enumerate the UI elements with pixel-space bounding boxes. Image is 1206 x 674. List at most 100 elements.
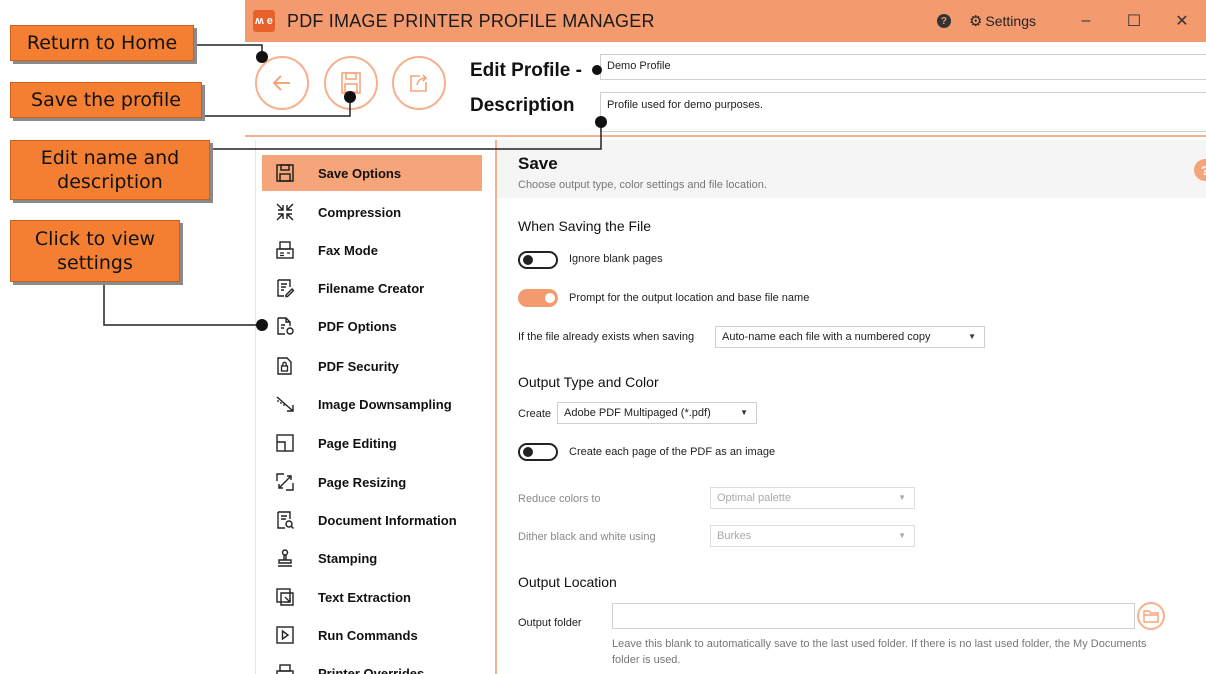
save-options-icon <box>272 160 298 186</box>
panel-subtitle: Choose output type, color settings and f… <box>518 179 767 191</box>
share-export-icon <box>410 74 428 92</box>
panel-header: Save Choose output type, color settings … <box>497 140 1206 198</box>
maximize-button[interactable]: ☐ <box>1110 11 1158 31</box>
panel-title: Save <box>518 154 558 173</box>
description-label: Description <box>470 95 575 116</box>
edit-profile-label: Edit Profile - <box>470 60 582 81</box>
sidebar-item-printer-overrides[interactable]: Printer Overrides <box>262 655 482 674</box>
pdf-options-icon <box>272 313 298 339</box>
sidebar-item-page-editing[interactable]: Page Editing <box>262 425 482 461</box>
sidebar-item-label: Run Commands <box>318 627 418 643</box>
prompt-output-label: Prompt for the output location and base … <box>569 292 810 304</box>
sidebar-item-label: Image Downsampling <box>318 396 452 412</box>
chevron-down-icon: ▼ <box>898 531 906 540</box>
floppy-disk-icon <box>341 72 361 94</box>
sidebar-item-label: Compression <box>318 204 402 220</box>
sidebar-item-label: Filename Creator <box>318 280 425 296</box>
output-folder-label: Output folder <box>518 617 582 629</box>
sidebar-item-label: PDF Options <box>318 318 397 334</box>
page-resizing-icon <box>272 469 298 495</box>
sidebar-item-fax-mode[interactable]: Fax Mode <box>262 232 482 268</box>
arrow-left-icon <box>272 75 290 91</box>
section-title-when-saving: When Saving the File <box>518 218 652 234</box>
reduce-colors-select[interactable]: Optimal palette ▼ <box>710 487 915 509</box>
settings-button[interactable]: ⚙ Settings <box>969 12 1036 30</box>
help-circle-icon[interactable]: ? <box>1194 159 1206 181</box>
title-bar: ʍ e PDF IMAGE PRINTER PROFILE MANAGER ? … <box>245 0 1206 42</box>
sidebar-item-label: Page Editing <box>318 435 397 451</box>
file-exists-select[interactable]: Auto-name each file with a numbered copy… <box>715 326 985 348</box>
settings-sidebar: Save Options Compression Fax Mode Filena… <box>245 140 497 674</box>
page-editing-icon <box>272 430 298 456</box>
compression-icon <box>272 199 298 225</box>
minimize-button[interactable]: – <box>1062 12 1110 30</box>
dither-label: Dither black and white using <box>518 531 656 543</box>
sidebar-item-label: Save Options <box>318 165 402 181</box>
ignore-blank-pages-label: Ignore blank pages <box>569 253 663 265</box>
help-icon[interactable]: ? <box>936 14 951 28</box>
callout-return-home: Return to Home <box>10 25 194 61</box>
dither-select[interactable]: Burkes ▼ <box>710 525 915 547</box>
reduce-colors-label: Reduce colors to <box>518 493 601 505</box>
save-settings-panel: Save Choose output type, color settings … <box>497 140 1206 674</box>
sidebar-item-text-extraction[interactable]: Text Extraction <box>262 579 482 615</box>
page-as-image-toggle[interactable] <box>518 443 558 461</box>
callout-save-profile: Save the profile <box>10 82 202 118</box>
sidebar-item-filename-creator[interactable]: Filename Creator <box>262 270 482 306</box>
sidebar-item-label: Text Extraction <box>318 589 411 605</box>
pdf-security-icon <box>272 353 298 379</box>
section-title-output-type: Output Type and Color <box>518 374 659 390</box>
profile-toolbar: Edit Profile - Description Demo Profile … <box>245 42 1206 137</box>
title-bar-controls: ? ⚙ Settings – ☐ ✕ <box>936 0 1206 42</box>
sidebar-item-run-commands[interactable]: Run Commands <box>262 617 482 653</box>
sidebar-item-save-options[interactable]: Save Options <box>262 155 482 191</box>
export-button[interactable] <box>392 56 446 110</box>
sidebar-item-pdf-options[interactable]: PDF Options <box>262 308 482 344</box>
sidebar-item-label: Stamping <box>318 550 378 566</box>
callout-view-settings: Click to view settings <box>10 220 180 282</box>
sidebar-item-stamping[interactable]: Stamping <box>262 540 482 576</box>
page-as-image-label: Create each page of the PDF as an image <box>569 446 776 458</box>
output-folder-hint: Leave this blank to automatically save t… <box>612 638 1147 666</box>
filename-creator-icon <box>272 275 298 301</box>
text-extraction-icon <box>272 584 298 610</box>
sidebar-item-image-downsampling[interactable]: Image Downsampling <box>262 386 482 422</box>
sidebar-list: Save Options Compression Fax Mode Filena… <box>255 140 494 674</box>
file-exists-value: Auto-name each file with a numbered copy <box>722 331 931 343</box>
chevron-down-icon: ▼ <box>968 332 976 341</box>
sidebar-item-label: Page Resizing <box>318 474 407 490</box>
profile-name-field[interactable]: Demo Profile <box>600 54 1206 80</box>
header-divider <box>245 135 1206 137</box>
sidebar-item-document-information[interactable]: Document Information <box>262 502 482 538</box>
printer-overrides-icon <box>272 660 298 674</box>
folder-icon <box>1143 610 1159 623</box>
create-type-value: Adobe PDF Multipaged (*.pdf) <box>564 407 711 419</box>
create-type-select[interactable]: Adobe PDF Multipaged (*.pdf) ▼ <box>557 402 757 424</box>
browse-folder-button[interactable] <box>1137 602 1165 630</box>
close-button[interactable]: ✕ <box>1158 11 1206 31</box>
reduce-colors-value: Optimal palette <box>717 492 791 504</box>
sidebar-item-label: Printer Overrides <box>318 665 425 674</box>
sidebar-item-page-resizing[interactable]: Page Resizing <box>262 464 482 500</box>
sidebar-item-pdf-security[interactable]: PDF Security <box>262 348 482 384</box>
sidebar-item-label: PDF Security <box>318 358 399 374</box>
image-downsampling-icon <box>272 391 298 417</box>
chevron-down-icon: ▼ <box>740 408 748 417</box>
create-label: Create <box>518 408 552 420</box>
back-button[interactable] <box>255 56 309 110</box>
prompt-output-toggle[interactable] <box>518 289 558 307</box>
profile-description-field[interactable]: Profile used for demo purposes. <box>600 92 1206 132</box>
save-button[interactable] <box>324 56 378 110</box>
sidebar-item-label: Fax Mode <box>318 242 378 258</box>
ignore-blank-pages-toggle[interactable] <box>518 251 558 269</box>
stamping-icon <box>272 545 298 571</box>
output-folder-input[interactable] <box>612 603 1135 629</box>
settings-label: Settings <box>985 13 1036 29</box>
sidebar-item-compression[interactable]: Compression <box>262 194 482 230</box>
callout-edit-name: Edit name and description <box>10 140 210 200</box>
app-logo: ʍ e <box>253 10 275 32</box>
app-title: PDF IMAGE PRINTER PROFILE MANAGER <box>287 10 655 31</box>
document-information-icon <box>272 507 298 533</box>
chevron-down-icon: ▼ <box>898 493 906 502</box>
dither-value: Burkes <box>717 530 752 542</box>
